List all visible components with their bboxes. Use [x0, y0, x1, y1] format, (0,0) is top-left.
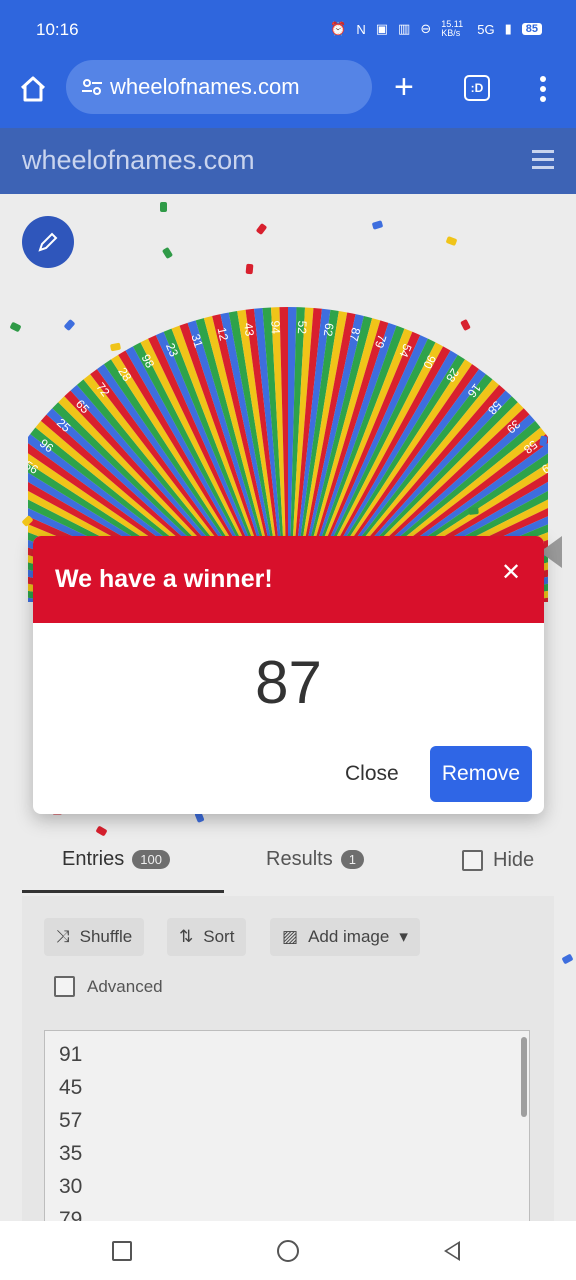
dialog-title: We have a winner! — [55, 565, 273, 593]
dropdown-arrow-icon: ▾ — [399, 927, 408, 946]
tab-results-label: Results — [266, 848, 333, 870]
shuffle-label: Shuffle — [79, 927, 133, 946]
site-settings-icon[interactable] — [80, 75, 104, 99]
pencil-icon — [38, 232, 58, 252]
browser-toolbar: wheelofnames.com + :D — [0, 60, 576, 128]
add-image-button[interactable]: ▨ Add image ▾ — [270, 918, 420, 956]
nfc-icon: N — [356, 21, 366, 37]
shuffle-button[interactable]: ⤨ Shuffle — [44, 918, 145, 956]
textarea-scrollbar[interactable] — [521, 1037, 527, 1117]
wheel-label: 43 — [241, 322, 257, 337]
tab-switcher-button[interactable]: :D — [464, 75, 490, 101]
dialog-header: We have a winner! ✕ — [33, 536, 544, 623]
site-brand[interactable]: wheelofnames.com — [22, 145, 255, 176]
hide-label: Hide — [493, 849, 535, 871]
hide-checkbox[interactable] — [462, 850, 483, 871]
remove-button[interactable]: Remove — [430, 746, 532, 802]
cast-icon: ▣ — [375, 21, 389, 36]
confetti-piece — [161, 246, 174, 260]
system-nav-bar — [0, 1221, 576, 1280]
tab-entries-label: Entries — [62, 848, 125, 870]
entry-line: 57 — [59, 1109, 83, 1132]
confetti-piece — [371, 220, 384, 230]
recents-icon[interactable] — [112, 1241, 132, 1261]
dnd-icon: ⊖ — [420, 21, 432, 36]
entry-line: 30 — [59, 1175, 83, 1198]
alarm-icon: ⏰ — [330, 21, 347, 36]
confetti-piece — [95, 825, 108, 837]
entries-tabs: Entries 100 Results 1 Hide — [22, 848, 542, 893]
confetti-piece — [255, 222, 268, 236]
network-type: 5G — [477, 21, 495, 37]
advanced-toggle[interactable]: Advanced — [54, 976, 163, 997]
sort-label: Sort — [203, 927, 235, 946]
entries-textarea[interactable]: 91 45 57 35 30 79 — [44, 1030, 530, 1221]
wheel-label: 62 — [321, 322, 337, 337]
add-image-label: Add image — [308, 927, 390, 946]
edit-wheel-button[interactable] — [22, 216, 74, 268]
status-bar: 10:16 ⏰ N ▣ ▥ ⊖ 15.11 KB/s 5G ▮ 85 — [0, 0, 576, 60]
url-text: wheelofnames.com — [110, 74, 300, 99]
battery-icon: 85 — [521, 23, 542, 35]
advanced-label: Advanced — [87, 976, 163, 996]
vibrate-icon: ▥ — [398, 21, 411, 36]
close-icon[interactable]: ✕ — [501, 558, 521, 587]
tab-results[interactable]: Results 1 — [266, 848, 364, 871]
confetti-piece — [9, 321, 22, 333]
entry-line: 35 — [59, 1142, 83, 1165]
active-tab-indicator — [22, 890, 224, 893]
shuffle-icon: ⤨ — [56, 927, 70, 946]
image-icon: ▨ — [282, 927, 299, 946]
wheel-label: 52 — [295, 320, 310, 334]
entries-panel: ⤨ Shuffle ⇅ Sort ▨ Add image ▾ Advanced … — [22, 896, 554, 1221]
confetti-piece — [445, 235, 458, 247]
results-count-badge: 1 — [340, 850, 364, 869]
sort-button[interactable]: ⇅ Sort — [167, 918, 247, 956]
more-options-icon[interactable] — [539, 74, 547, 104]
status-time: 10:16 — [36, 20, 79, 39]
tab-entries[interactable]: Entries 100 — [62, 848, 170, 871]
signal-icon: ▮ — [504, 21, 512, 36]
wheel-label: 94 — [268, 320, 283, 334]
hamburger-menu-icon[interactable] — [532, 150, 554, 170]
site-header: wheelofnames.com — [0, 128, 576, 194]
sort-icon: ⇅ — [179, 927, 194, 946]
entries-count-badge: 100 — [132, 850, 170, 869]
home-nav-icon[interactable] — [277, 1240, 299, 1262]
hide-toggle[interactable]: Hide — [462, 849, 534, 872]
status-icons: ⏰ N ▣ ▥ ⊖ 15.11 KB/s 5G ▮ 85 — [330, 20, 542, 38]
home-icon[interactable] — [18, 74, 48, 104]
address-bar[interactable]: wheelofnames.com — [66, 60, 372, 114]
advanced-checkbox[interactable] — [54, 976, 75, 997]
winner-dialog: We have a winner! ✕ 87 Close Remove — [33, 536, 544, 814]
winner-value: 87 — [255, 649, 322, 716]
close-button[interactable]: Close — [345, 762, 399, 786]
entry-line: 45 — [59, 1076, 83, 1099]
back-icon[interactable] — [444, 1241, 460, 1261]
net-speed: 15.11 KB/s — [441, 19, 464, 38]
entry-line: 91 — [59, 1043, 83, 1066]
confetti-piece — [468, 506, 479, 516]
new-tab-icon[interactable]: + — [394, 70, 414, 104]
confetti-piece — [561, 953, 574, 965]
confetti-piece — [245, 263, 254, 275]
confetti-piece — [160, 202, 167, 212]
entry-line: 79 — [59, 1208, 83, 1221]
